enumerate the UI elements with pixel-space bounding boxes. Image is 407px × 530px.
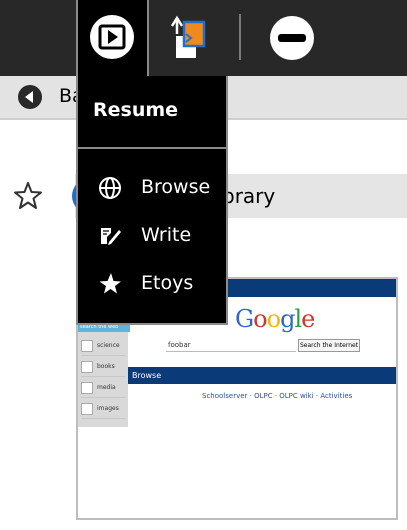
share-button[interactable] (166, 12, 210, 62)
stop-icon (270, 16, 314, 60)
thumbnail-query: foobar (168, 341, 191, 349)
star-icon (99, 273, 121, 294)
menu-item-etoys[interactable]: Etoys (78, 262, 226, 306)
menu-item-write[interactable]: Write (78, 214, 226, 258)
stop-button[interactable] (269, 15, 315, 61)
url-text: brary (222, 184, 276, 208)
back-icon (18, 85, 42, 109)
thumbnail-search-field (166, 351, 296, 352)
globe-icon (99, 177, 121, 199)
thumbnail-sidebar-item: media (81, 379, 125, 398)
menu-item-label: Write (141, 224, 192, 246)
star-outline-icon (14, 182, 42, 209)
menu-item-label: Browse (141, 176, 211, 198)
thumbnail-links: Schoolserver · OLPC · OLPC wiki · Activi… (202, 392, 353, 400)
thumbnail-sidebar-item: images (81, 400, 125, 419)
thumbnail-section-bar: Browse (128, 367, 396, 384)
play-icon (90, 15, 134, 59)
menu-item-browse[interactable]: Browse (78, 166, 226, 210)
activity-button[interactable] (88, 13, 136, 61)
menu-separator (78, 147, 226, 149)
activity-palette: Resume Browse Write Etoys (76, 76, 228, 325)
write-icon (101, 228, 121, 245)
thumbnail-sidebar-item: books (81, 358, 125, 377)
share-icon (170, 15, 206, 58)
google-logo: Google (235, 305, 315, 333)
resume-item[interactable]: Resume (93, 99, 178, 121)
thumbnail-sidebar-item: science (81, 337, 125, 356)
menu-item-label: Etoys (141, 272, 194, 294)
bookmark-star-button[interactable] (13, 181, 43, 211)
toolbar-separator (239, 14, 241, 60)
thumbnail-search-button: Search the Internet (298, 339, 360, 352)
